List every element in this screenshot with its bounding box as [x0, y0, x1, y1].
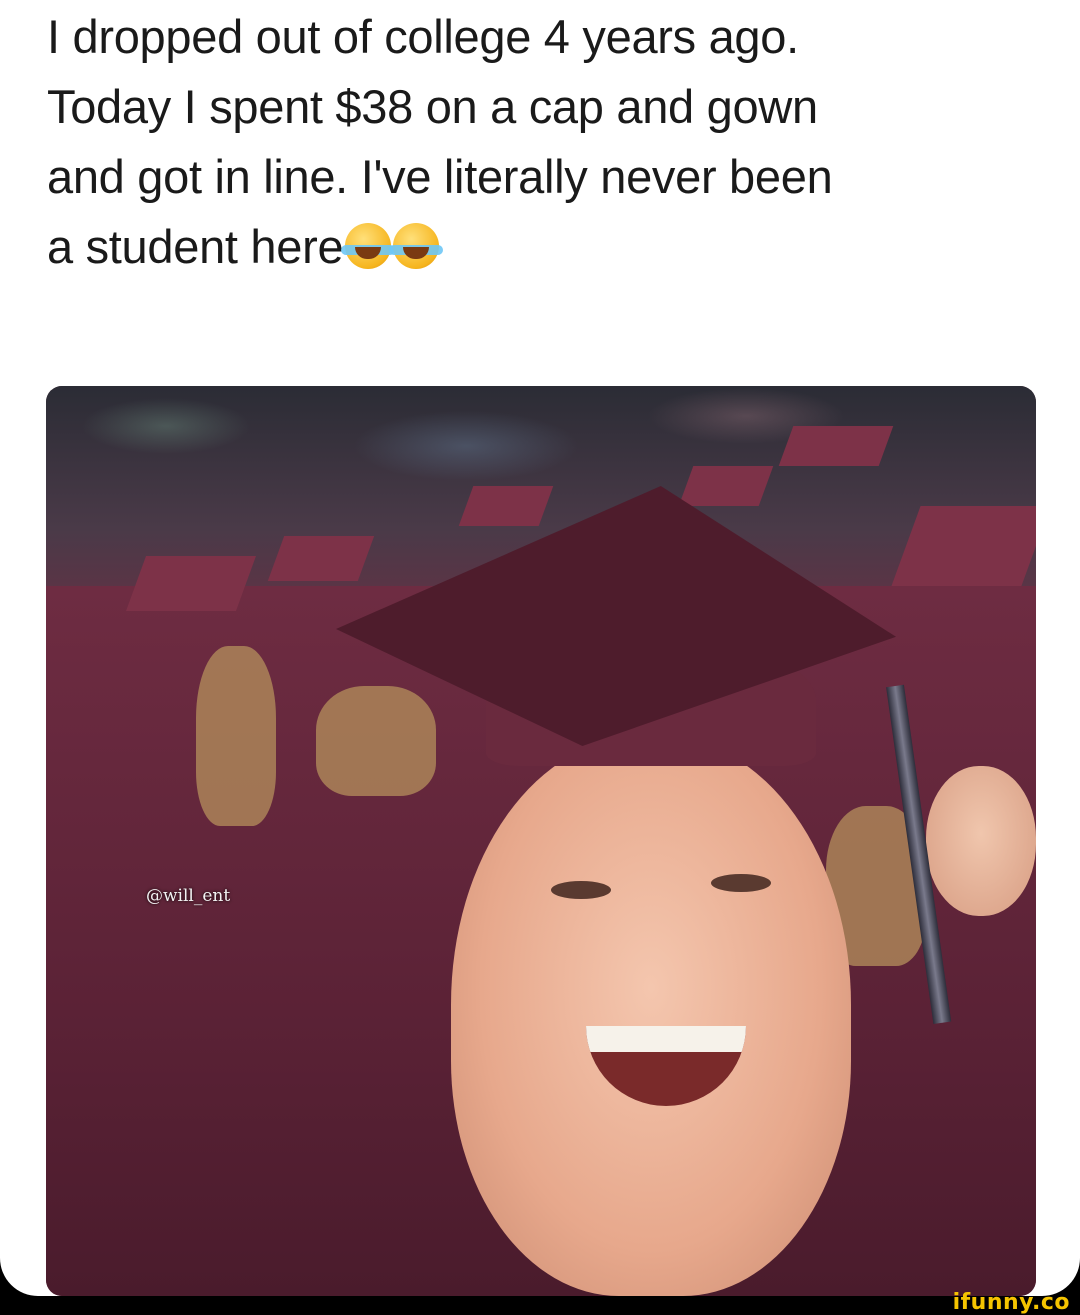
- graduation-cap-icon: [125, 556, 257, 611]
- face-with-tears-of-joy-icon: [341, 223, 396, 269]
- teeth: [586, 1026, 746, 1052]
- caption-line-4: a student here: [47, 212, 1047, 282]
- hair: [316, 686, 436, 796]
- background-student-face: [926, 766, 1036, 916]
- graduation-selfie-photo: @will_ent: [46, 386, 1036, 1296]
- caption-line-1: I dropped out of college 4 years ago.: [47, 10, 799, 63]
- eye: [711, 874, 771, 892]
- graduation-cap-icon: [778, 426, 894, 466]
- watermark-text: @will_ent: [146, 886, 231, 906]
- caption-line-2: Today I spent $38 on a cap and gown: [47, 80, 818, 133]
- eye: [551, 881, 611, 899]
- caption-line-3: and got in line. I've literally never be…: [47, 150, 833, 203]
- face-with-tears-of-joy-icon: [389, 223, 444, 269]
- caption-text: I dropped out of college 4 years ago. To…: [47, 2, 1047, 282]
- graduation-cap-icon: [267, 536, 375, 581]
- ifunny-logo: ifunny.co: [952, 1290, 1070, 1315]
- hair: [196, 646, 276, 826]
- selfie-face: [451, 736, 851, 1296]
- caption-line-4-text: a student here: [47, 220, 344, 273]
- graduation-cap-icon: [458, 486, 554, 526]
- meme-card: I dropped out of college 4 years ago. To…: [0, 0, 1080, 1296]
- graduation-cap-icon: [678, 466, 774, 506]
